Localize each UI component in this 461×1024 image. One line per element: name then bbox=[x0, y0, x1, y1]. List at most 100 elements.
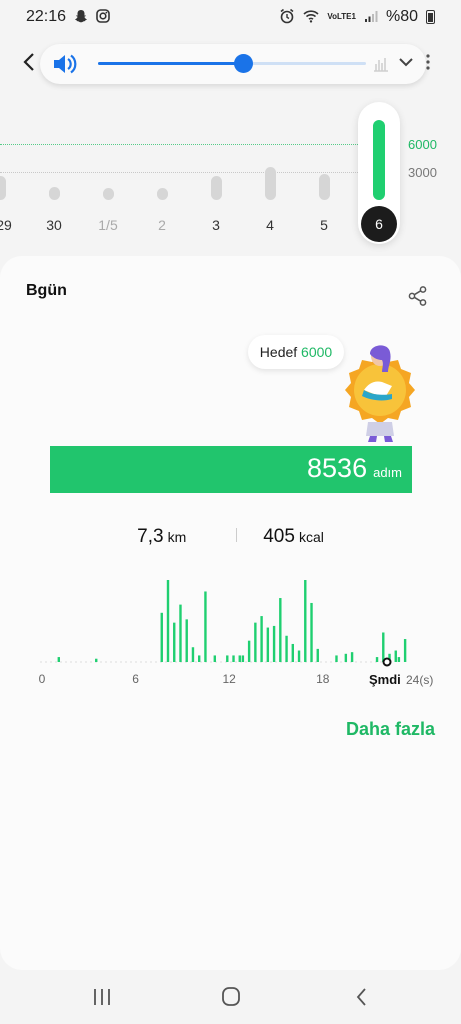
hourly-bars bbox=[40, 580, 407, 667]
hourly-bar bbox=[272, 625, 276, 662]
hourly-bar bbox=[279, 598, 282, 662]
battery-percent: %80 bbox=[385, 8, 418, 25]
hour-tick-label: 12 bbox=[222, 672, 236, 686]
hourly-bar bbox=[166, 580, 170, 662]
weekly-step-chart: 29 30 1/5 2 3 4 5 6 6000 3000 bbox=[0, 100, 461, 250]
back-arrow-icon[interactable] bbox=[22, 52, 36, 78]
calorie-unit: kcal bbox=[298, 529, 324, 545]
navigation-bar bbox=[0, 970, 461, 1024]
day-label[interactable]: 30 bbox=[34, 217, 74, 233]
speaker-icon[interactable] bbox=[52, 52, 78, 76]
volume-fill bbox=[98, 62, 243, 65]
day-bar[interactable] bbox=[0, 175, 6, 200]
hourly-bar bbox=[204, 591, 207, 662]
hourly-bar bbox=[304, 580, 307, 662]
hourly-bar bbox=[185, 619, 188, 662]
hourly-bar bbox=[394, 650, 397, 662]
day-label[interactable]: 1/5 bbox=[88, 217, 128, 233]
calorie-stat: 405 kcal bbox=[263, 526, 324, 548]
distance-stat: 7,3 km bbox=[137, 526, 186, 548]
distance-value: 7,3 bbox=[137, 526, 164, 547]
volume-thumb[interactable] bbox=[233, 54, 253, 73]
hourly-bar bbox=[179, 604, 182, 662]
chevron-down-icon[interactable] bbox=[398, 54, 414, 70]
hourly-bar bbox=[266, 627, 270, 662]
hourly-bar bbox=[95, 658, 98, 662]
hourly-bar bbox=[285, 635, 288, 662]
hourly-bar bbox=[310, 602, 313, 662]
status-bar: 22:16 VoLTE1 %80 bbox=[0, 0, 461, 34]
hourly-bar bbox=[160, 612, 163, 662]
day-bar[interactable] bbox=[48, 186, 60, 200]
recents-icon[interactable] bbox=[90, 986, 114, 1008]
hour-tick-label: 6 bbox=[132, 672, 139, 686]
wifi-icon bbox=[303, 9, 319, 25]
day-label[interactable]: 3 bbox=[196, 217, 236, 233]
day-bar[interactable] bbox=[210, 175, 222, 200]
hourly-bar bbox=[297, 650, 301, 662]
hourly-bar bbox=[335, 655, 338, 662]
selected-day-label[interactable]: 6 bbox=[361, 206, 397, 242]
hourly-bar bbox=[260, 616, 263, 662]
day-bar[interactable] bbox=[102, 188, 114, 200]
goal-label: Hedef bbox=[259, 344, 298, 360]
hourly-bar bbox=[173, 622, 176, 662]
mid-line bbox=[0, 172, 360, 173]
instagram-icon bbox=[96, 9, 110, 25]
hour-tick-label: 18 bbox=[316, 672, 330, 686]
step-progress-bar: 8536 adım bbox=[50, 446, 412, 493]
back-icon[interactable] bbox=[350, 986, 374, 1008]
day-bar[interactable] bbox=[318, 173, 330, 200]
equalizer-icon[interactable] bbox=[372, 55, 390, 73]
goal-line bbox=[0, 144, 360, 145]
hourly-bar bbox=[344, 653, 348, 662]
day-label[interactable]: 5 bbox=[304, 217, 344, 233]
day-label[interactable]: 29 bbox=[0, 217, 24, 233]
hourly-bar bbox=[291, 643, 294, 662]
volte-icon: VoLTE1 bbox=[327, 12, 356, 21]
status-time: 22:16 bbox=[26, 8, 67, 25]
hourly-bar bbox=[213, 655, 216, 662]
share-icon[interactable] bbox=[407, 285, 429, 307]
hourly-bar bbox=[382, 632, 385, 662]
hours-end-label: 24(s) bbox=[406, 673, 434, 687]
day-bar[interactable] bbox=[156, 188, 168, 200]
hourly-bar bbox=[397, 657, 401, 662]
now-marker bbox=[382, 657, 392, 667]
hourly-bar bbox=[247, 640, 251, 662]
calorie-value: 405 bbox=[263, 526, 295, 547]
snapchat-icon bbox=[74, 9, 88, 25]
step-unit: adım bbox=[373, 465, 402, 480]
hour-tick-label: 0 bbox=[38, 672, 46, 686]
hourly-bar bbox=[403, 639, 407, 662]
alarm-icon bbox=[279, 8, 295, 26]
hourly-bar bbox=[316, 648, 319, 662]
stats-row: 7,3 km 405 kcal bbox=[0, 526, 461, 550]
home-icon[interactable] bbox=[219, 986, 243, 1008]
hourly-bar bbox=[375, 657, 379, 662]
goal-value: 6000 bbox=[301, 344, 333, 360]
signal-icon bbox=[364, 9, 378, 25]
card-title: Bgün bbox=[26, 282, 67, 299]
hourly-bar bbox=[198, 655, 201, 662]
day-label[interactable]: 4 bbox=[250, 217, 290, 233]
step-count: 8536 bbox=[307, 453, 368, 483]
more-link[interactable]: Daha fazla bbox=[346, 719, 435, 740]
volume-slider[interactable] bbox=[98, 54, 366, 73]
hourly-bar bbox=[350, 652, 354, 662]
hourly-step-chart: 0 6 12 18 Şmdi 24(s) bbox=[39, 572, 434, 692]
hourly-bar bbox=[226, 655, 229, 662]
battery-icon bbox=[426, 10, 435, 24]
mid-axis-label: 3000 bbox=[408, 165, 437, 180]
hourly-bar bbox=[57, 657, 60, 662]
hourly-bar bbox=[254, 622, 257, 662]
volume-panel[interactable] bbox=[40, 44, 426, 84]
day-label[interactable]: 2 bbox=[142, 217, 182, 233]
day-bar[interactable] bbox=[264, 167, 276, 200]
hourly-bar bbox=[238, 655, 241, 662]
goal-axis-label: 6000 bbox=[408, 137, 437, 152]
today-card: Bgün Hedef 6000 8536 adım 7,3 km 405 kca… bbox=[0, 256, 461, 970]
now-label: Şmdi bbox=[369, 672, 401, 687]
achievement-illustration bbox=[340, 334, 420, 446]
selected-day-bar bbox=[373, 120, 385, 200]
